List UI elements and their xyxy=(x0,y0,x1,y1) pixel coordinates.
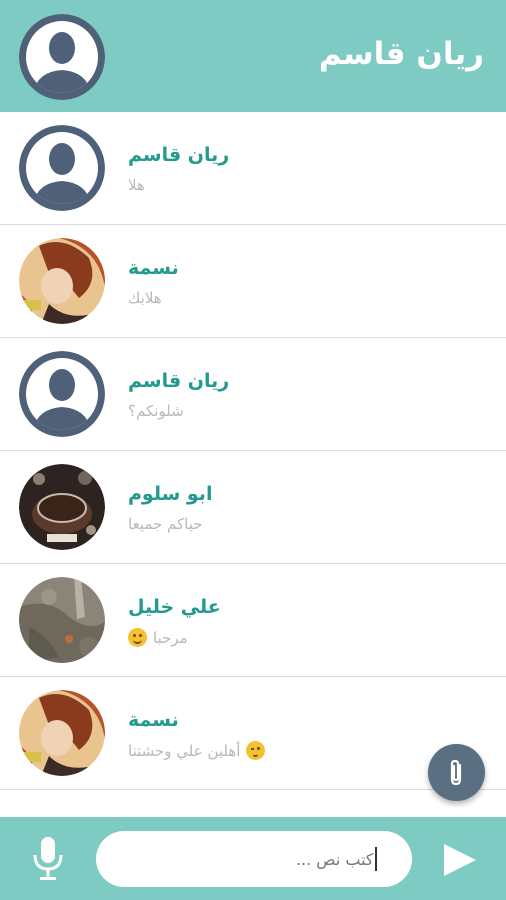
microphone-icon[interactable] xyxy=(30,835,66,883)
message-list: ريان قاسم هلا نسمة هلابك ريان قاسم شلونك… xyxy=(0,112,506,790)
message-preview: شلونكم؟ xyxy=(128,402,184,420)
sender-name: ريان قاسم xyxy=(128,144,230,166)
winking-face-icon xyxy=(246,741,266,760)
message-text: أهلين علي وحشتنا xyxy=(128,741,241,760)
photo-avatar-image xyxy=(19,577,105,663)
default-user-icon xyxy=(19,125,105,211)
message-composer xyxy=(0,817,506,900)
message-text: هلابك xyxy=(128,289,162,307)
user-avatar[interactable] xyxy=(19,577,105,663)
chat-title: ريان قاسم xyxy=(318,36,484,72)
photo-avatar-image xyxy=(19,238,105,324)
smiling-face-icon xyxy=(128,628,147,647)
paperclip-icon xyxy=(450,759,461,785)
message-preview: أهلين علي وحشتنا xyxy=(128,741,266,760)
app-header: ريان قاسم xyxy=(0,0,506,112)
sender-name: علي خليل xyxy=(128,596,221,618)
message-text: هلا xyxy=(128,176,145,194)
message-row[interactable]: ريان قاسم هلا xyxy=(0,112,506,225)
message-preview: مرحبا xyxy=(128,628,188,647)
message-input[interactable] xyxy=(96,831,412,887)
default-user-icon xyxy=(19,14,105,100)
message-text: حياكم جميعا xyxy=(128,515,203,533)
message-preview: هلا xyxy=(128,176,145,194)
photo-avatar-image xyxy=(19,464,105,550)
user-avatar[interactable] xyxy=(19,238,105,324)
send-icon[interactable] xyxy=(440,841,478,879)
message-row[interactable]: ابو سلوم حياكم جميعا xyxy=(0,451,506,564)
sender-name: ريان قاسم xyxy=(128,370,230,392)
message-preview: هلابك xyxy=(128,289,162,307)
user-avatar[interactable] xyxy=(19,464,105,550)
sender-name: نسمة xyxy=(128,709,179,731)
message-row[interactable]: ريان قاسم شلونكم؟ xyxy=(0,338,506,451)
user-avatar[interactable] xyxy=(19,125,105,211)
header-avatar[interactable] xyxy=(19,14,105,100)
photo-avatar-image xyxy=(19,690,105,776)
message-row[interactable]: علي خليل مرحبا xyxy=(0,564,506,677)
message-row[interactable]: نسمة هلابك xyxy=(0,225,506,338)
message-preview: حياكم جميعا xyxy=(128,515,203,533)
sender-name: ابو سلوم xyxy=(128,483,213,505)
sender-name: نسمة xyxy=(128,257,179,279)
message-text: شلونكم؟ xyxy=(128,402,184,420)
default-user-icon xyxy=(19,351,105,437)
user-avatar[interactable] xyxy=(19,351,105,437)
message-text: مرحبا xyxy=(153,628,188,647)
text-cursor xyxy=(375,847,377,871)
user-avatar[interactable] xyxy=(19,690,105,776)
attach-button[interactable] xyxy=(428,744,485,801)
